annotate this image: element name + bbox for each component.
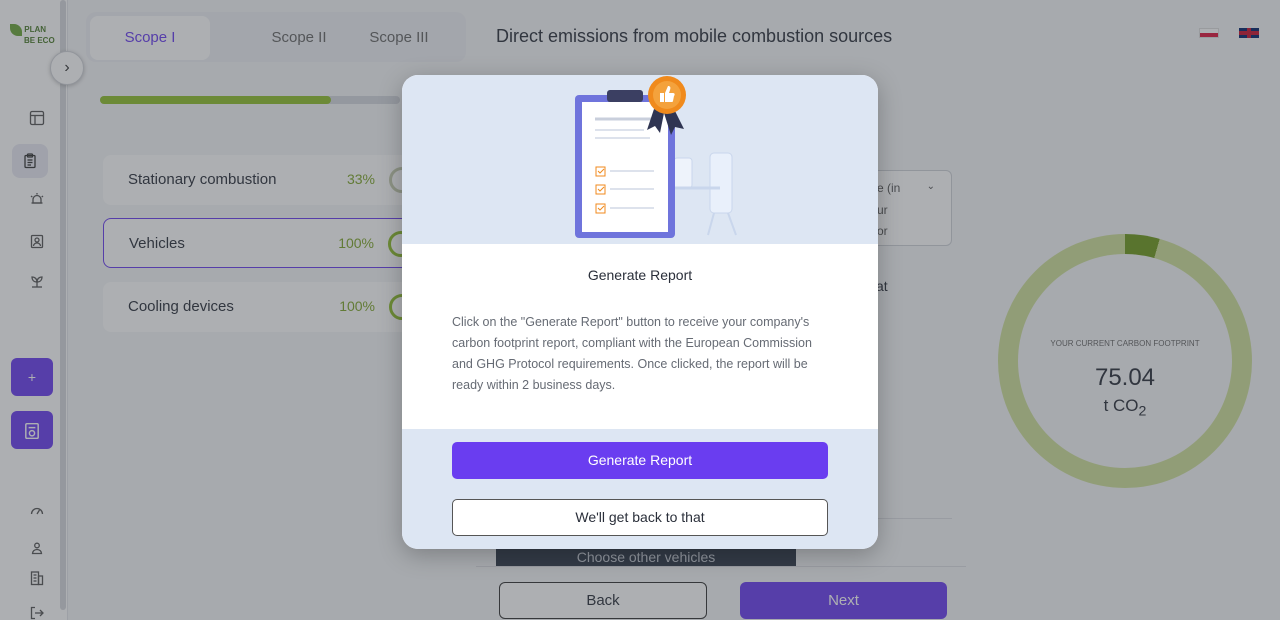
generate-report-modal: Generate Report Click on the "Generate R… bbox=[402, 75, 878, 549]
modal-body-text: Click on the "Generate Report" button to… bbox=[452, 315, 812, 392]
generate-report-button[interactable]: Generate Report bbox=[452, 442, 828, 479]
get-back-later-button[interactable]: We'll get back to that bbox=[452, 499, 828, 536]
modal-title: Generate Report bbox=[587, 267, 693, 283]
modal-illustration-area bbox=[402, 75, 878, 244]
clipboard-award-illustration bbox=[575, 76, 737, 238]
